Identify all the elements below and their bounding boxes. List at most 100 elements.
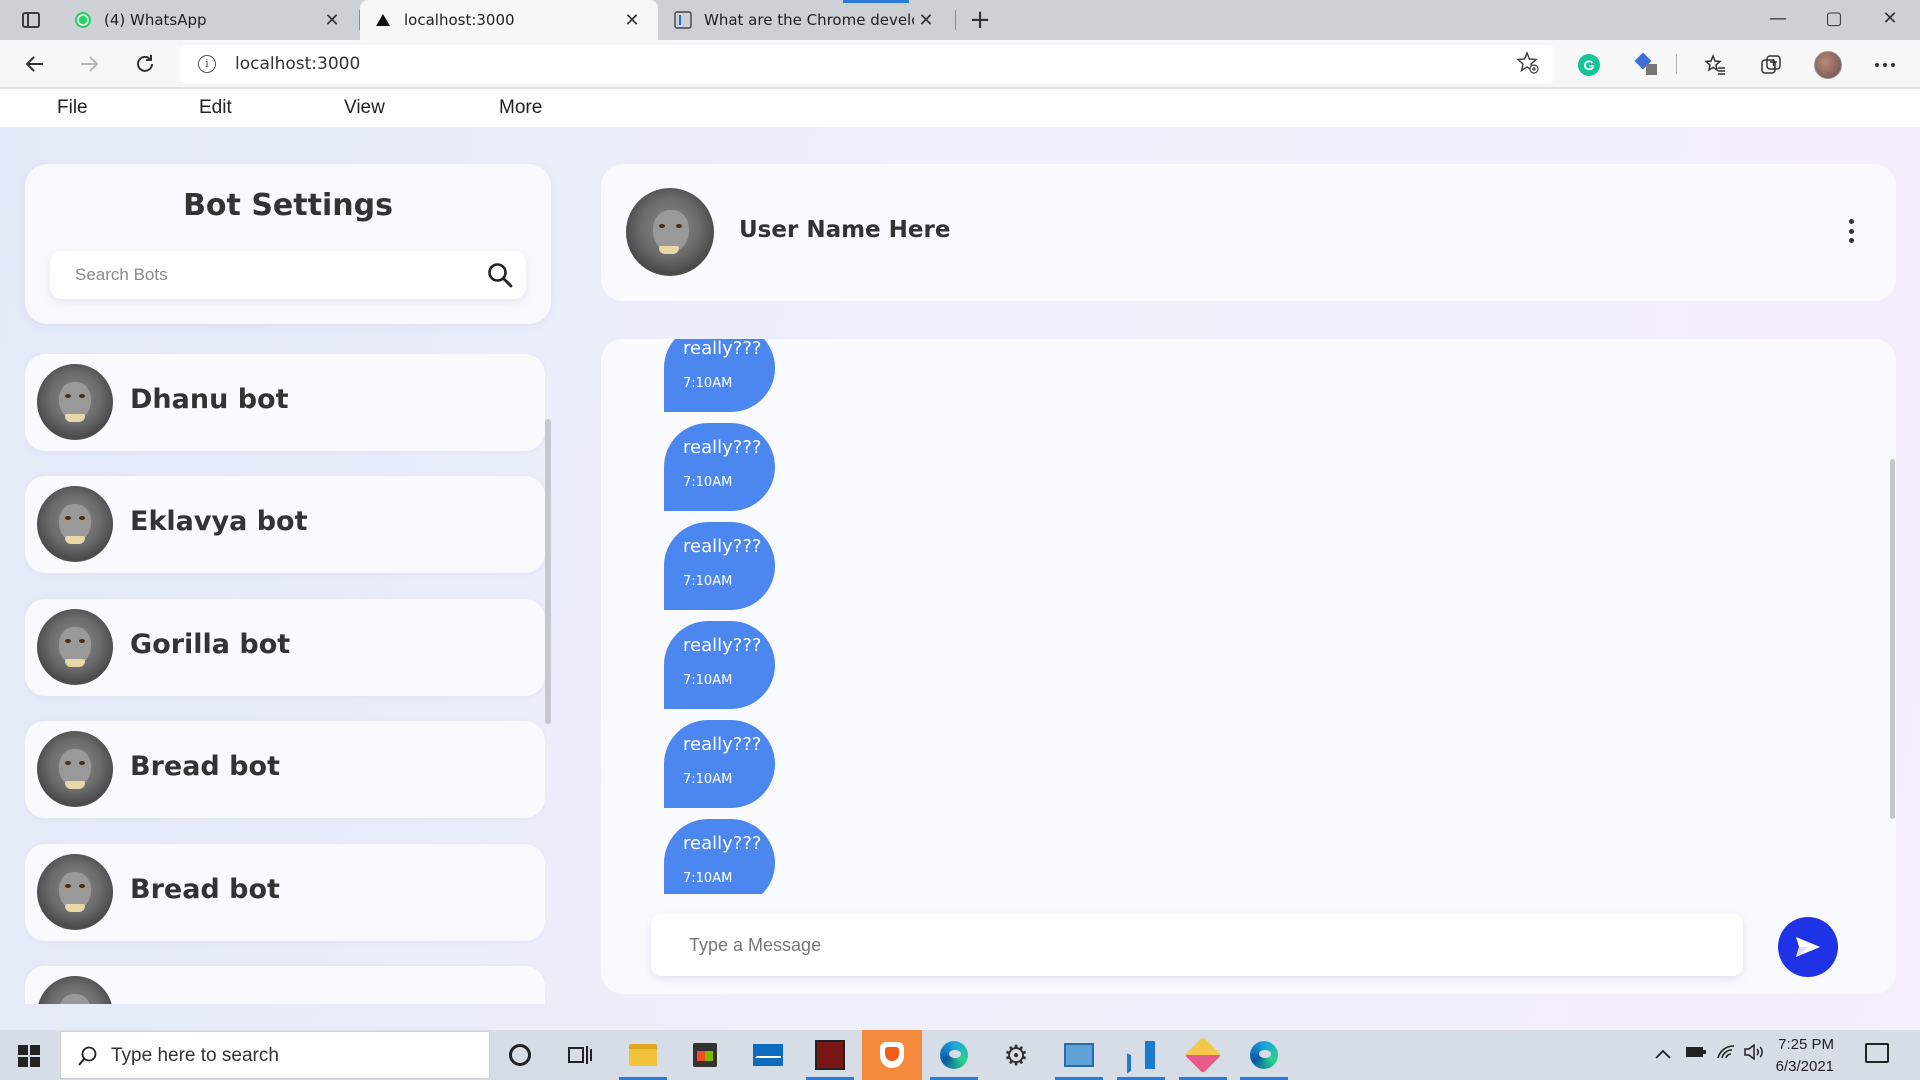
tab-loading-indicator bbox=[843, 0, 909, 3]
search-icon[interactable] bbox=[486, 261, 514, 289]
add-favorite-icon[interactable] bbox=[1516, 51, 1540, 80]
favorites-icon[interactable] bbox=[1700, 50, 1730, 80]
battery-icon[interactable] bbox=[1685, 1044, 1707, 1064]
window-close-button[interactable]: ✕ bbox=[1862, 0, 1918, 40]
chat-panel: really??? 7:10AM really??? 7:10AM really… bbox=[601, 339, 1896, 994]
bot-name: Bread bot bbox=[130, 751, 280, 782]
bot-list-item[interactable]: Bread bot bbox=[25, 721, 545, 818]
bot-list-item[interactable]: Dhanu bot bbox=[25, 354, 545, 451]
edge-icon[interactable] bbox=[1240, 1037, 1288, 1080]
message-time: 7:10AM bbox=[683, 673, 733, 688]
send-icon bbox=[1796, 937, 1820, 957]
settings-gear-icon[interactable]: ⚙ bbox=[998, 1037, 1034, 1073]
collections-icon[interactable] bbox=[1756, 50, 1786, 80]
bot-list-item[interactable] bbox=[25, 966, 545, 1004]
more-vertical-icon[interactable] bbox=[1846, 219, 1856, 243]
avatar[interactable] bbox=[626, 188, 714, 276]
avatar bbox=[37, 854, 113, 930]
menu-view[interactable]: View bbox=[344, 97, 385, 119]
message-composer bbox=[651, 914, 1743, 976]
edge-icon[interactable] bbox=[930, 1037, 978, 1080]
bot-list-scrollbar[interactable] bbox=[545, 419, 551, 724]
network-app-icon[interactable] bbox=[1055, 1037, 1103, 1080]
task-view-icon[interactable] bbox=[562, 1037, 598, 1073]
chevron-up-icon[interactable] bbox=[1655, 1044, 1671, 1064]
info-icon[interactable]: i bbox=[198, 55, 216, 73]
minimize-button[interactable]: — bbox=[1750, 0, 1806, 40]
bot-list-item[interactable]: Bread bot bbox=[25, 844, 545, 941]
browser-toolbar: i localhost:3000 G bbox=[0, 40, 1920, 88]
grammarly-icon[interactable]: G bbox=[1574, 50, 1604, 80]
clock-date: 6/3/2021 bbox=[1775, 1058, 1834, 1075]
tab-title: What are the Chrome developer bbox=[704, 11, 914, 29]
file-explorer-icon[interactable] bbox=[619, 1037, 667, 1080]
forward-icon[interactable] bbox=[72, 48, 106, 80]
avatar bbox=[37, 976, 113, 1004]
vscode-icon[interactable] bbox=[1117, 1037, 1165, 1080]
message-time: 7:10AM bbox=[683, 475, 733, 490]
bot-name: Bread bot bbox=[130, 874, 280, 905]
send-button[interactable] bbox=[1778, 917, 1838, 977]
app-icon[interactable] bbox=[806, 1037, 854, 1080]
close-icon[interactable]: ✕ bbox=[914, 10, 938, 31]
windows-start-icon[interactable] bbox=[18, 1045, 40, 1067]
menu-bar: File Edit View More bbox=[0, 89, 1920, 127]
message-bubble: really??? 7:10AM bbox=[664, 339, 775, 412]
tab-divider bbox=[955, 10, 956, 30]
app-root: File Edit View More Bot Settings Dhanu b… bbox=[0, 89, 1920, 1030]
message-time: 7:10AM bbox=[683, 376, 733, 391]
tab-chrome-devtools[interactable]: What are the Chrome developer ✕ bbox=[660, 0, 952, 40]
more-icon[interactable] bbox=[1870, 50, 1900, 80]
toolbar-divider bbox=[1676, 54, 1677, 74]
profile-icon[interactable] bbox=[1813, 50, 1843, 80]
message-time: 7:10AM bbox=[683, 871, 733, 886]
address-bar[interactable]: i localhost:3000 bbox=[180, 45, 1554, 83]
tab-localhost[interactable]: localhost:3000 ✕ bbox=[360, 0, 658, 40]
message-bubble: really??? 7:10AM bbox=[664, 819, 775, 894]
bot-list-item[interactable]: Eklavya bot bbox=[25, 476, 545, 573]
menu-file[interactable]: File bbox=[57, 97, 88, 119]
extension-icon[interactable] bbox=[1632, 50, 1662, 80]
chat-user-name: User Name Here bbox=[739, 217, 951, 243]
brave-icon[interactable] bbox=[874, 1037, 910, 1073]
tab-actions-button[interactable] bbox=[8, 6, 54, 34]
bot-list: Dhanu bot Eklavya bot Gorilla bot Bread … bbox=[25, 354, 545, 1004]
bot-name: Dhanu bot bbox=[130, 384, 289, 415]
bot-name: Gorilla bot bbox=[130, 629, 291, 660]
menu-more[interactable]: More bbox=[499, 97, 542, 119]
tab-actions-icon bbox=[22, 12, 40, 28]
maximize-button[interactable]: ▢ bbox=[1806, 0, 1862, 40]
taskbar-search-text: Type here to search bbox=[111, 1045, 279, 1066]
avatar bbox=[37, 364, 113, 440]
bot-list-item[interactable]: Gorilla bot bbox=[25, 599, 545, 696]
back-icon[interactable] bbox=[18, 48, 52, 80]
tab-whatsapp[interactable]: (4) WhatsApp ✕ bbox=[60, 0, 358, 40]
close-icon[interactable]: ✕ bbox=[320, 10, 344, 31]
address-url: localhost:3000 bbox=[235, 54, 361, 74]
avatar bbox=[37, 486, 113, 562]
git-app-icon[interactable] bbox=[1179, 1036, 1227, 1080]
close-icon[interactable]: ✕ bbox=[620, 10, 644, 31]
refresh-icon[interactable] bbox=[128, 48, 162, 80]
new-tab-button[interactable]: + bbox=[964, 4, 996, 36]
menu-edit[interactable]: Edit bbox=[199, 97, 232, 119]
chat-scrollbar[interactable] bbox=[1890, 459, 1895, 819]
bot-settings-panel: Bot Settings bbox=[25, 164, 551, 324]
message-text: really??? bbox=[683, 833, 762, 854]
message-bubble: really??? 7:10AM bbox=[664, 720, 775, 808]
notification-icon[interactable] bbox=[1865, 1043, 1889, 1063]
store-icon[interactable] bbox=[687, 1037, 723, 1073]
search-input[interactable] bbox=[50, 251, 470, 299]
message-text: really??? bbox=[683, 536, 762, 557]
taskbar-clock[interactable]: 7:25 PM 6/3/2021 bbox=[1758, 1034, 1834, 1078]
whatsapp-icon bbox=[74, 11, 92, 29]
wifi-icon[interactable] bbox=[1716, 1044, 1736, 1065]
search-icon bbox=[78, 1046, 97, 1066]
message-input[interactable] bbox=[651, 914, 1743, 976]
devtools-icon bbox=[674, 11, 692, 29]
mail-icon[interactable] bbox=[750, 1037, 786, 1073]
avatar bbox=[37, 609, 113, 685]
taskbar-search[interactable]: Type here to search bbox=[60, 1031, 490, 1079]
cortana-icon[interactable] bbox=[502, 1037, 538, 1073]
avatar bbox=[37, 731, 113, 807]
